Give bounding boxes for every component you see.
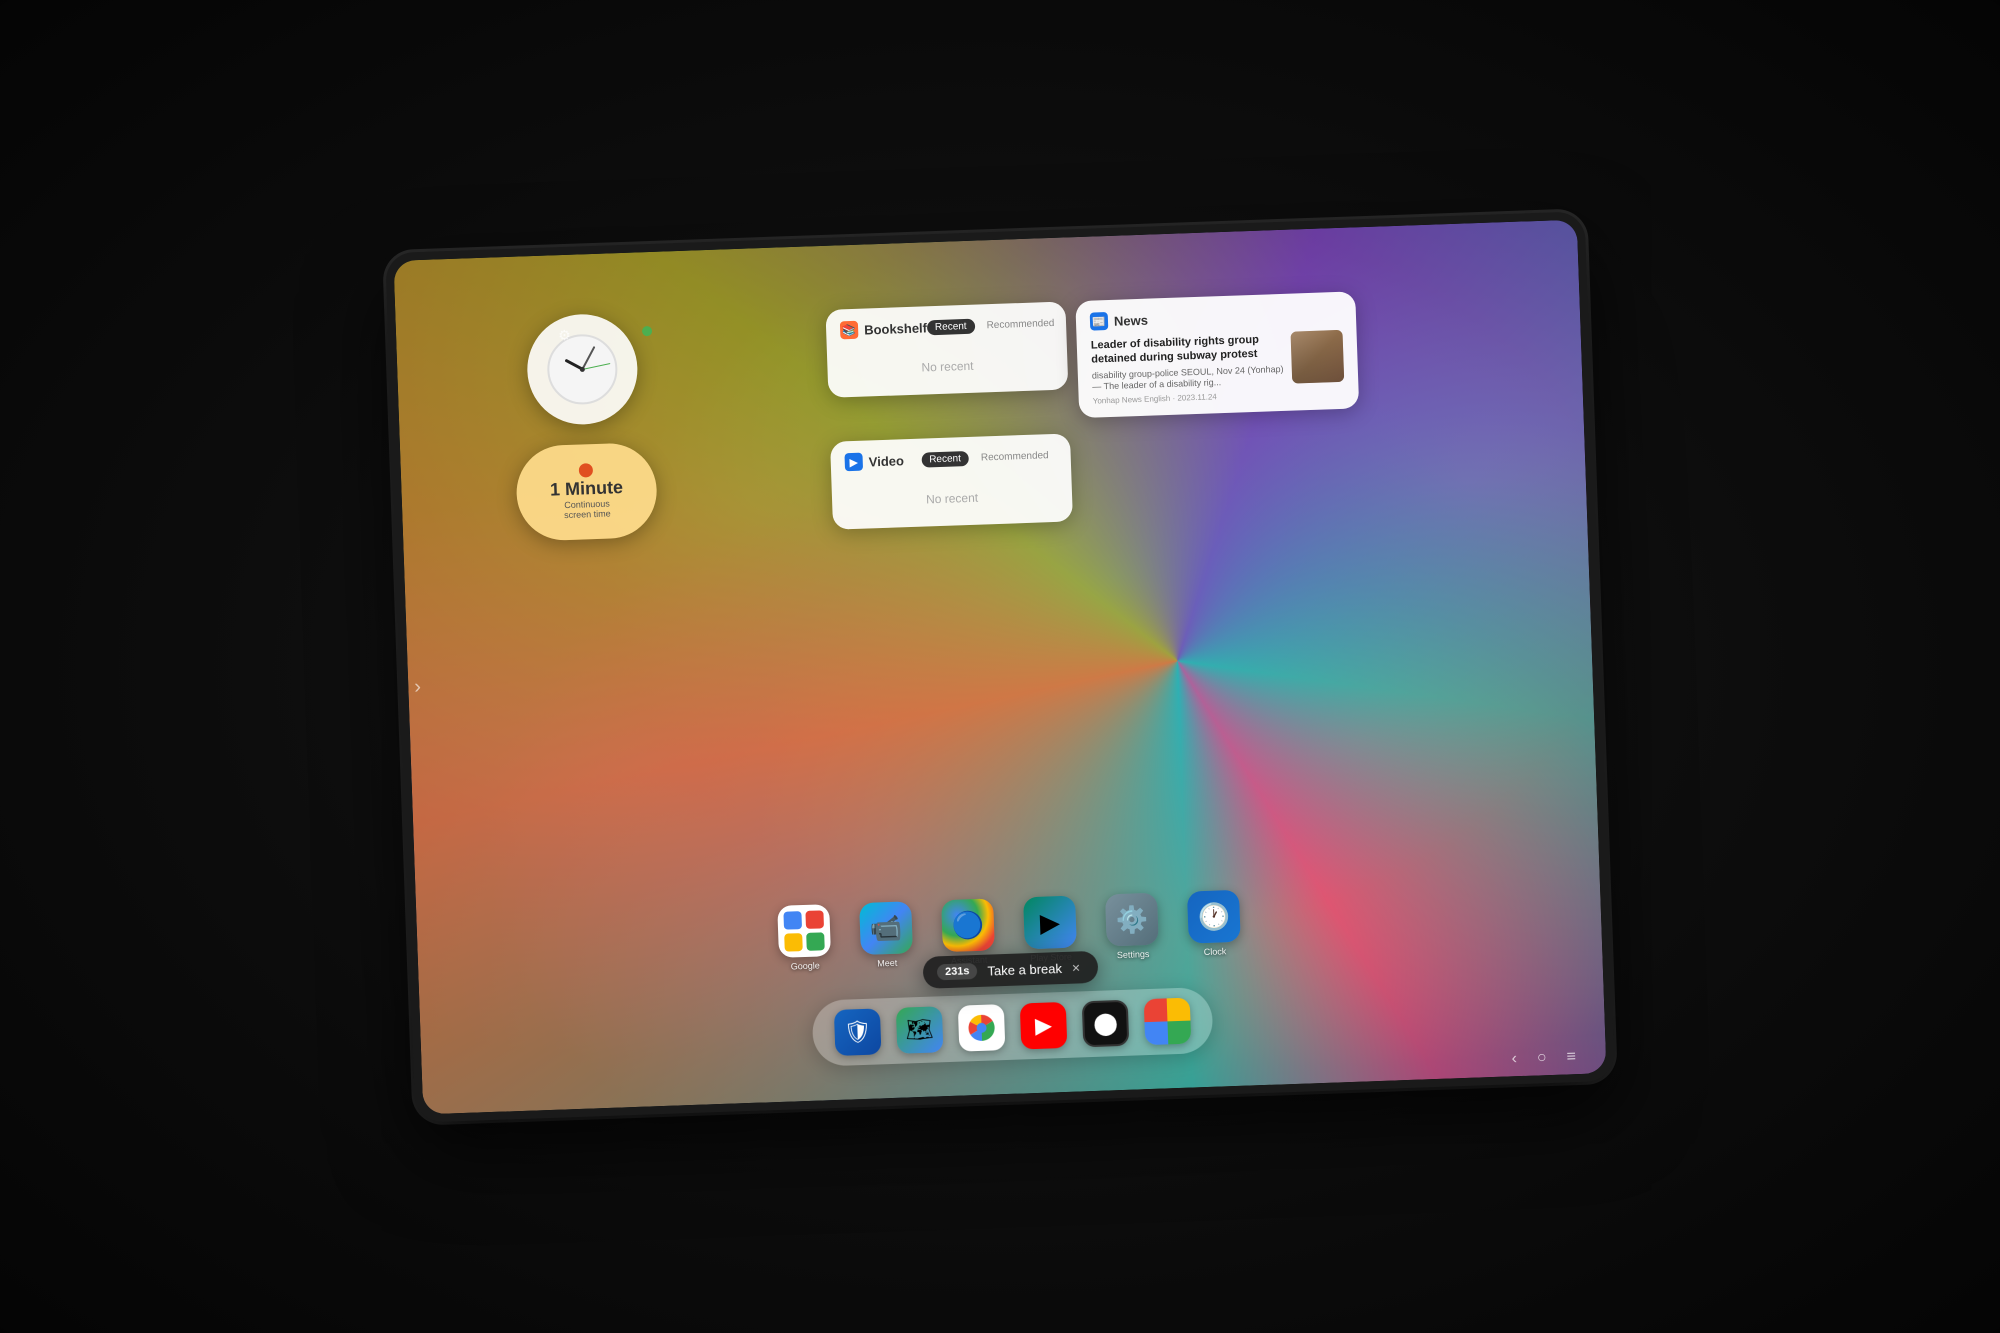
bookshelf-title: Bookshelf — [864, 319, 927, 336]
bookshelf-header: 📚 Bookshelf Recent Recommended — [840, 313, 1052, 338]
google-sub-2 — [805, 910, 824, 929]
tablet-screen: ⚙ 1 Minute Continuousscreen time › — [393, 219, 1606, 1114]
toast-timer: 231s — [937, 962, 978, 979]
bookshelf-empty: No recent — [841, 339, 1054, 384]
dock-camera-icon[interactable]: ⬤ — [1082, 999, 1130, 1047]
screentime-label: Continuousscreen time — [564, 498, 611, 521]
nav-bar: ‹ ○ ≡ — [1511, 1048, 1576, 1068]
bookshelf-tab-recommended[interactable]: Recommended — [978, 315, 1062, 333]
settings-icon: ⚙️ — [1105, 892, 1159, 946]
toast-label: Take a break — [987, 960, 1062, 978]
toast-close-button[interactable]: × — [1072, 959, 1081, 975]
indicator-dot — [642, 325, 652, 335]
bookshelf-widget: 📚 Bookshelf Recent Recommended No recent — [825, 301, 1068, 397]
app-label-clock: Clock — [1204, 946, 1227, 957]
video-title: Video — [868, 452, 904, 468]
google-sub-1 — [783, 911, 802, 930]
news-text-content: Leader of disability rights group detain… — [1091, 331, 1285, 405]
bookshelf-tabs: Recent Recommended — [927, 315, 1063, 335]
bookshelf-title-row: 📚 Bookshelf — [840, 318, 927, 339]
video-tab-recent[interactable]: Recent — [921, 450, 969, 467]
bookshelf-icon: 📚 — [840, 320, 859, 339]
news-title: News — [1114, 312, 1148, 328]
app-item-clock[interactable]: 🕐 Clock — [1187, 889, 1241, 957]
dock-chrome-icon[interactable] — [958, 1004, 1006, 1052]
clock-circle — [546, 333, 618, 405]
news-item[interactable]: Leader of disability rights group detain… — [1091, 329, 1345, 405]
meet-icon: 📹 — [859, 901, 913, 955]
news-icon: 📰 — [1090, 312, 1109, 331]
app-item-settings[interactable]: ⚙️ Settings — [1105, 892, 1159, 960]
app-item-google[interactable]: Google — [777, 904, 831, 972]
screentime-widget: 1 Minute Continuousscreen time — [515, 441, 658, 541]
news-title-row: 📰 News — [1090, 310, 1149, 330]
video-title-row: ▶ Video — [844, 451, 904, 471]
google-sub-4 — [806, 932, 825, 951]
video-tab-recommended[interactable]: Recommended — [973, 447, 1057, 465]
gear-icon: ⚙ — [558, 326, 571, 343]
nav-menu-button[interactable]: ≡ — [1566, 1048, 1576, 1066]
dock-photos-icon[interactable] — [1144, 997, 1192, 1045]
app-item-meet[interactable]: 📹 Meet — [859, 901, 913, 969]
screentime-indicator — [579, 462, 593, 476]
dock: 🛡 🗺 ▶ ⬤ — [812, 986, 1214, 1066]
news-header: 📰 News — [1090, 303, 1342, 330]
app-label-google: Google — [791, 960, 820, 971]
google-sub-3 — [784, 932, 803, 951]
news-widget: 📰 News Leader of disability rights group… — [1075, 291, 1359, 418]
app-label-meet: Meet — [877, 957, 897, 968]
tablet-frame: ⚙ 1 Minute Continuousscreen time › — [385, 211, 1615, 1122]
video-widget: ▶ Video Recent Recommended No recent — [830, 433, 1073, 529]
dock-shield-icon[interactable]: 🛡 — [834, 1008, 882, 1056]
video-icon: ▶ — [844, 452, 863, 471]
dock-maps-icon[interactable]: 🗺 — [896, 1006, 944, 1054]
video-empty: No recent — [845, 471, 1058, 516]
screentime-amount: 1 Minute — [550, 477, 624, 499]
news-headline: Leader of disability rights group detain… — [1091, 331, 1284, 366]
nav-home-button[interactable]: ○ — [1537, 1049, 1547, 1067]
news-excerpt: disability group-police SEOUL, Nov 24 (Y… — [1092, 363, 1285, 393]
app-label-settings: Settings — [1117, 948, 1150, 959]
dock-youtube-icon[interactable]: ▶ — [1020, 1001, 1068, 1049]
nav-back-button[interactable]: ‹ — [1511, 1050, 1517, 1068]
playstore-icon: ▶ — [1023, 895, 1077, 949]
news-thumbnail — [1290, 329, 1344, 383]
video-header: ▶ Video Recent Recommended — [844, 445, 1056, 470]
clock-face — [546, 333, 618, 405]
clock-app-icon: 🕐 — [1187, 889, 1241, 943]
bookshelf-tab-recent[interactable]: Recent — [927, 318, 975, 335]
assistant-icon: 🔵 — [941, 898, 995, 952]
left-edge-nav: › — [414, 675, 421, 698]
take-a-break-toast: 231s Take a break × — [923, 950, 1099, 988]
google-folder-icon — [777, 904, 831, 958]
video-tabs: Recent Recommended — [921, 447, 1057, 467]
clock-center-dot — [580, 366, 585, 371]
